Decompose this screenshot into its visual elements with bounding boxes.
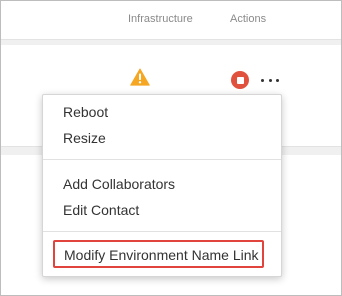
menu-divider [43,231,281,232]
more-horizontal-icon-dot [276,78,279,82]
actions-dropdown-menu: Reboot Resize Add Collaborators Edit Con… [42,94,282,277]
menu-item-modify-environment-name-link[interactable]: Modify Environment Name Link [53,240,264,268]
table-header-row: Infrastructure Actions [1,1,341,40]
more-horizontal-icon-dot [268,78,272,82]
stop-button[interactable] [231,71,249,89]
more-horizontal-icon [261,78,264,82]
environments-table-panel: Infrastructure Actions Reboot Resize Add… [0,0,342,296]
menu-item-add-collaborators[interactable]: Add Collaborators [63,176,175,192]
warning-icon [130,68,150,86]
column-header-infrastructure[interactable]: Infrastructure [128,13,193,25]
menu-item-label: Modify Environment Name Link [64,247,259,263]
stop-icon [236,76,244,84]
menu-item-edit-contact[interactable]: Edit Contact [63,202,139,218]
more-actions-button[interactable] [261,73,279,87]
menu-item-resize[interactable]: Resize [63,130,106,146]
menu-divider [43,159,281,160]
menu-item-reboot[interactable]: Reboot [63,104,108,120]
column-header-actions[interactable]: Actions [230,13,266,25]
